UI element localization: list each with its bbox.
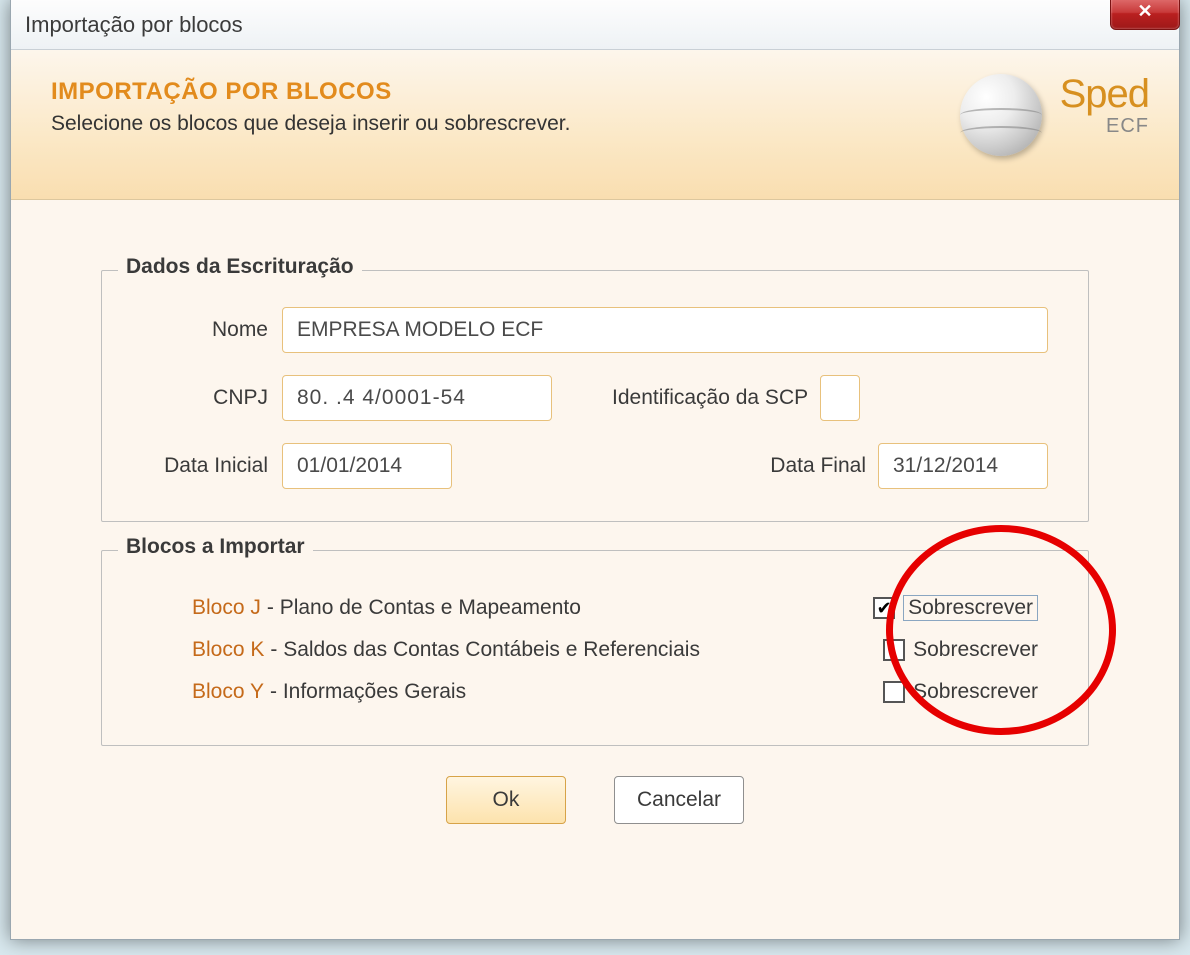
- bloco-k-row: Bloco K - Saldos das Contas Contábeis e …: [192, 629, 1038, 671]
- header-band: IMPORTAÇÃO POR BLOCOS Selecione os bloco…: [11, 50, 1179, 200]
- bloco-k-code: Bloco K: [192, 638, 264, 662]
- sped-logo: Sped ECF: [960, 74, 1149, 156]
- logo-text-sped: Sped: [1060, 74, 1149, 114]
- bloco-j-checkbox[interactable]: [873, 597, 895, 619]
- sped-sphere-icon: [960, 74, 1042, 156]
- blocos-legend: Blocos a Importar: [118, 535, 313, 559]
- header-title: IMPORTAÇÃO POR BLOCOS: [51, 78, 570, 106]
- data-final-field[interactable]: 31/12/2014: [878, 443, 1048, 489]
- escrituracao-legend: Dados da Escrituração: [118, 255, 362, 279]
- bloco-y-row: Bloco Y - Informações Gerais Sobrescreve…: [192, 671, 1038, 713]
- nome-label: Nome: [142, 318, 268, 342]
- scp-field[interactable]: [820, 375, 860, 421]
- bloco-k-checkbox[interactable]: [883, 639, 905, 661]
- bloco-k-desc: - Saldos das Contas Contábeis e Referenc…: [270, 638, 700, 662]
- bloco-j-desc: - Plano de Contas e Mapeamento: [267, 596, 581, 620]
- blocos-group: Blocos a Importar Bloco J - Plano de Con…: [101, 550, 1089, 746]
- title-bar: Importação por blocos ✕: [11, 0, 1179, 50]
- bloco-j-overwrite-label[interactable]: Sobrescrever: [903, 595, 1038, 621]
- escrituracao-group: Dados da Escrituração Nome EMPRESA MODEL…: [101, 270, 1089, 522]
- data-inicial-label: Data Inicial: [142, 454, 268, 478]
- bloco-y-code: Bloco Y: [192, 680, 264, 704]
- bloco-j-row: Bloco J - Plano de Contas e Mapeamento S…: [192, 587, 1038, 629]
- dialog-window: Importação por blocos ✕ IMPORTAÇÃO POR B…: [10, 0, 1180, 940]
- bloco-y-checkbox[interactable]: [883, 681, 905, 703]
- header-subtitle: Selecione os blocos que deseja inserir o…: [51, 112, 570, 136]
- logo-text-ecf: ECF: [1106, 116, 1149, 136]
- scp-label: Identificação da SCP: [612, 386, 808, 410]
- cancel-button[interactable]: Cancelar: [614, 776, 744, 824]
- bloco-j-code: Bloco J: [192, 596, 261, 620]
- data-final-label: Data Final: [770, 454, 866, 478]
- data-inicial-field[interactable]: 01/01/2014: [282, 443, 452, 489]
- close-button[interactable]: ✕: [1110, 0, 1180, 30]
- cnpj-field[interactable]: 80. .4 4/0001-54: [282, 375, 552, 421]
- bloco-y-desc: - Informações Gerais: [270, 680, 466, 704]
- window-title: Importação por blocos: [25, 12, 243, 38]
- bloco-y-overwrite-label[interactable]: Sobrescrever: [913, 680, 1038, 704]
- cnpj-label: CNPJ: [142, 386, 268, 410]
- bloco-k-overwrite-label[interactable]: Sobrescrever: [913, 638, 1038, 662]
- ok-button[interactable]: Ok: [446, 776, 566, 824]
- nome-field[interactable]: EMPRESA MODELO ECF: [282, 307, 1048, 353]
